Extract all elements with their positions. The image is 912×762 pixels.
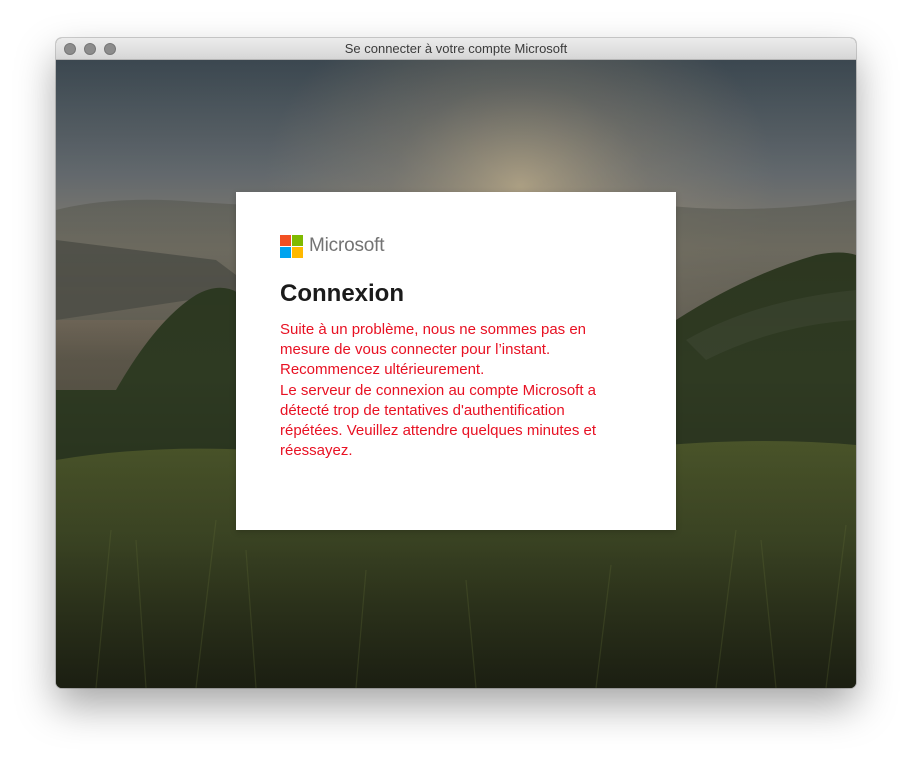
- microsoft-logo: Microsoft: [280, 234, 384, 258]
- title-bar[interactable]: Se connecter à votre compte Microsoft: [56, 38, 856, 60]
- microsoft-wordmark: Microsoft: [309, 235, 385, 256]
- microsoft-logo-icon: [280, 234, 303, 258]
- error-message-line: Le serveur de connexion au compte Micros…: [280, 381, 597, 399]
- error-message: Suite à un problème, nous ne sommes pas …: [280, 320, 632, 461]
- error-message-line: répétées. Veuillez attendre quelques min…: [280, 422, 597, 440]
- error-message-line: détecté trop de tentatives d'authentific…: [280, 401, 565, 419]
- error-message-line: Suite à un problème, nous ne sommes pas …: [280, 321, 587, 338]
- app-window: Se connecter à votre compte Microsoft Mi…: [56, 38, 856, 688]
- window-title: Se connecter à votre compte Microsoft: [344, 41, 568, 56]
- error-message-line: Recommencez ultérieurement.: [280, 361, 485, 379]
- web-content: Microsoft Connexion Suite à un problème,…: [56, 60, 856, 688]
- page-title: Connexion: [280, 280, 404, 307]
- sign-in-card: Microsoft Connexion Suite à un problème,…: [236, 192, 676, 530]
- error-message-line: réessayez.: [280, 442, 353, 460]
- error-message-line: mesure de vous connecter pour l’instant.: [280, 341, 551, 359]
